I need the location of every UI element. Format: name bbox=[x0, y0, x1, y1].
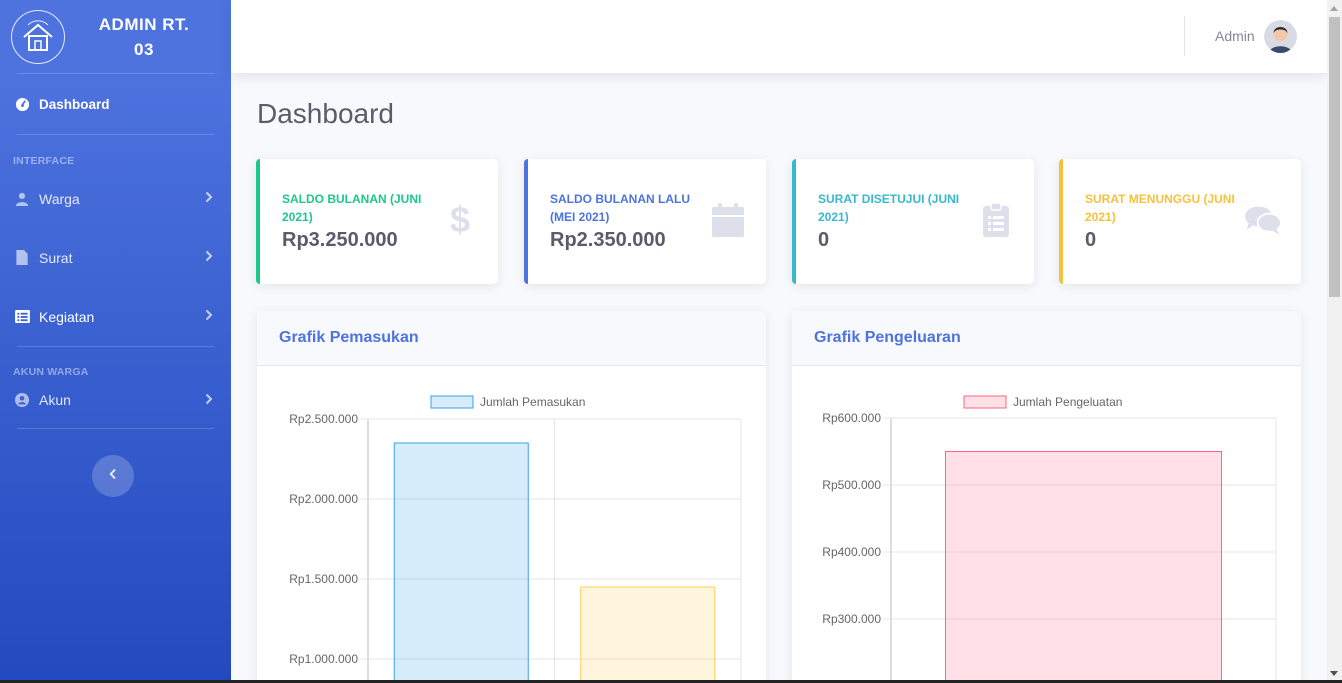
panel-grafik-pengeluaran: Grafik Pengeluaran Jumlah Pengeluatan Rp6… bbox=[792, 311, 1301, 683]
chart-legend[interactable]: Jumlah Pemasukan bbox=[430, 395, 585, 409]
legend-label: Jumlah Pemasukan bbox=[480, 395, 585, 409]
chevron-right-icon bbox=[205, 191, 217, 206]
card-accent-bar bbox=[792, 159, 796, 284]
chevron-right-icon bbox=[205, 250, 217, 265]
card-label: SURAT DISETUJUI (JUNI 2021) bbox=[818, 192, 960, 224]
y-tick-label: Rp1.000.000 bbox=[289, 652, 358, 666]
file-icon bbox=[14, 250, 30, 266]
scroll-up-arrow-icon[interactable] bbox=[1330, 6, 1338, 11]
tachometer-icon bbox=[14, 96, 30, 112]
stat-card-surat-menunggu: SURAT MENUNGGU (JUNI 2021) 0 bbox=[1059, 159, 1301, 284]
legend-label: Jumlah Pengeluatan bbox=[1013, 395, 1122, 409]
sidebar-item-label: Kegiatan bbox=[39, 308, 95, 325]
chevron-right-icon bbox=[205, 393, 217, 408]
card-label: SALDO BULANAN (JUNI 2021) bbox=[282, 192, 422, 224]
panel-title: Grafik Pengeluaran bbox=[792, 311, 1301, 366]
calendar-icon bbox=[710, 202, 746, 238]
card-label: SURAT MENUNGGU (JUNI 2021) bbox=[1085, 192, 1235, 224]
dollar-icon: $ bbox=[442, 202, 478, 238]
chart-bar[interactable] bbox=[945, 451, 1222, 683]
sidebar-item-akun[interactable]: Akun bbox=[0, 372, 231, 428]
card-label: SALDO BULANAN LALU (MEI 2021) bbox=[550, 192, 690, 224]
scroll-down-arrow-icon[interactable] bbox=[1330, 671, 1338, 676]
sidebar-item-kegiatan[interactable]: Kegiatan bbox=[0, 287, 231, 346]
sidebar-item-label: Warga bbox=[39, 190, 80, 207]
card-accent-bar bbox=[1059, 159, 1063, 284]
page-title: Dashboard bbox=[257, 98, 394, 129]
card-accent-bar bbox=[524, 159, 528, 284]
sidebar-heading-interface: INTERFACE bbox=[13, 155, 75, 167]
user-name[interactable]: Admin bbox=[1215, 28, 1255, 44]
chart-bar[interactable] bbox=[393, 442, 529, 683]
stat-card-saldo-bulanan-lalu: SALDO BULANAN LALU (MEI 2021) Rp2.350.00… bbox=[524, 159, 766, 284]
chart-bar[interactable] bbox=[580, 586, 716, 683]
sidebar-toggle-button[interactable] bbox=[92, 455, 134, 497]
y-tick-label: Rp500.000 bbox=[822, 478, 881, 492]
svg-text:$: $ bbox=[450, 202, 470, 238]
y-tick-label: Rp600.000 bbox=[822, 411, 881, 425]
scrollbar-thumb[interactable] bbox=[1329, 17, 1340, 297]
comments-icon bbox=[1245, 202, 1281, 238]
legend-swatch bbox=[963, 395, 1007, 409]
card-accent-bar bbox=[256, 159, 260, 284]
sidebar-divider bbox=[17, 428, 214, 429]
list-alt-icon bbox=[14, 309, 30, 325]
stat-card-saldo-bulanan: SALDO BULANAN (JUNI 2021) Rp3.250.000 $ bbox=[256, 159, 498, 284]
sidebar-item-dashboard[interactable]: Dashboard bbox=[0, 74, 231, 134]
brand-line-2: 03 bbox=[134, 39, 154, 59]
y-tick-label: Rp2.000.000 bbox=[289, 492, 358, 506]
user-icon bbox=[14, 191, 30, 207]
topbar: Admin bbox=[231, 0, 1327, 73]
stat-card-surat-disetujui: SURAT DISETUJUI (JUNI 2021) 0 bbox=[792, 159, 1034, 284]
sidebar: ADMIN RT. 03 Dashboard INTERFACE Warga S… bbox=[0, 0, 231, 683]
chart-legend[interactable]: Jumlah Pengeluatan bbox=[963, 395, 1122, 409]
brand-line-1: ADMIN RT. bbox=[98, 14, 190, 34]
scrollbar[interactable] bbox=[1327, 0, 1342, 683]
card-value: 0 bbox=[1085, 229, 1097, 251]
sidebar-item-label: Surat bbox=[39, 249, 73, 266]
sidebar-item-label: Dashboard bbox=[39, 96, 110, 112]
chevron-left-icon bbox=[109, 467, 117, 485]
expense-chart: Jumlah Pengeluatan Rp600.000 Rp500.000 Rp40… bbox=[822, 395, 1277, 683]
chevron-right-icon bbox=[205, 309, 217, 324]
y-tick-label: Rp300.000 bbox=[822, 612, 881, 626]
card-value: Rp2.350.000 bbox=[550, 229, 666, 251]
panel-grafik-pemasukan: Grafik Pemasukan Jumlah Pemasukan Rp2.500… bbox=[257, 311, 766, 683]
brand-title: ADMIN RT. 03 bbox=[65, 12, 231, 62]
avatar[interactable] bbox=[1264, 20, 1297, 53]
panel-title: Grafik Pemasukan bbox=[257, 311, 766, 366]
sidebar-item-surat[interactable]: Surat bbox=[0, 228, 231, 287]
sidebar-brand[interactable]: ADMIN RT. 03 bbox=[0, 0, 231, 73]
sidebar-item-warga[interactable]: Warga bbox=[0, 169, 231, 228]
y-tick-label: Rp400.000 bbox=[822, 545, 881, 559]
y-tick-label: Rp2.500.000 bbox=[289, 412, 358, 426]
sidebar-item-label: Akun bbox=[39, 392, 71, 408]
card-value: 0 bbox=[818, 229, 830, 251]
card-value: Rp3.250.000 bbox=[282, 229, 398, 251]
topbar-divider bbox=[1184, 16, 1185, 56]
income-chart: Jumlah Pemasukan Rp2.500.000 Rp2.000.000 Rp… bbox=[289, 395, 742, 683]
user-circle-icon bbox=[14, 392, 30, 408]
legend-swatch bbox=[430, 395, 474, 409]
y-tick-label: Rp1.500.000 bbox=[289, 572, 358, 586]
house-icon bbox=[11, 9, 65, 64]
clipboard-list-icon bbox=[978, 202, 1014, 238]
